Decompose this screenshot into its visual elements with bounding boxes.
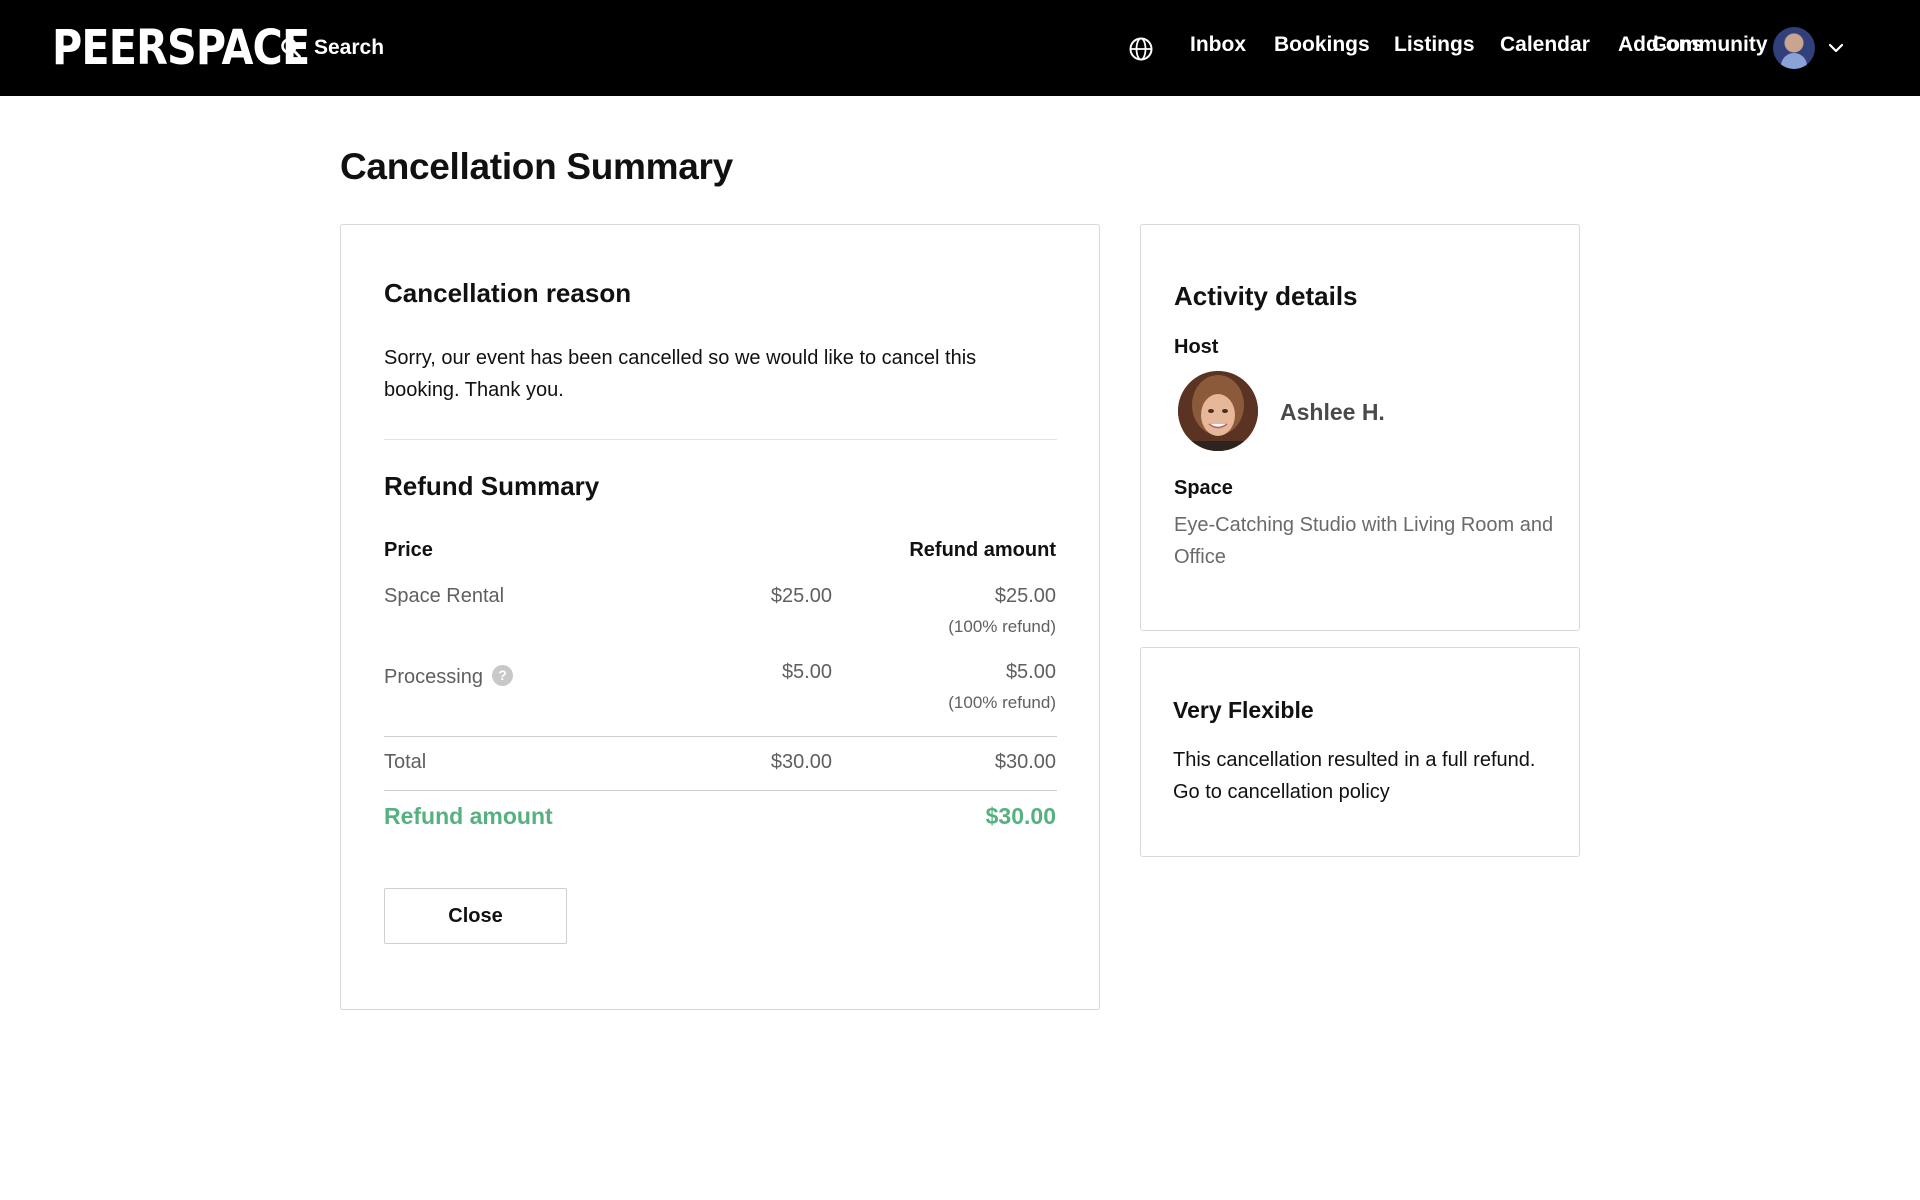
policy-description: This cancellation resulted in a full ref… <box>1173 749 1536 771</box>
chevron-down-icon[interactable] <box>1826 38 1846 58</box>
cancellation-policy-link[interactable]: Go to cancellation policy <box>1173 781 1390 803</box>
line-item-refund: $5.00 <box>1005 661 1056 683</box>
line-item-label: Space Rental <box>384 585 505 607</box>
space-label: Space <box>1174 477 1233 499</box>
search-label: Search <box>314 36 385 59</box>
avatar[interactable] <box>1773 27 1815 69</box>
section-divider <box>384 439 1057 440</box>
line-item-price: $25.00 <box>770 585 832 607</box>
search-button[interactable]: Search <box>280 30 384 66</box>
nav-bookings[interactable]: Bookings <box>1274 33 1370 57</box>
activity-details-card: Activity details Host Ashlee H. Space Ey… <box>1140 224 1580 631</box>
nav-calendar[interactable]: Calendar <box>1500 33 1590 57</box>
line-item-price: $5.00 <box>781 661 832 683</box>
refund-divider <box>384 790 1057 791</box>
host-label: Host <box>1174 336 1219 358</box>
line-item-refund-note: (100% refund) <box>948 617 1056 636</box>
host-photo <box>1178 371 1258 451</box>
total-price: $30.00 <box>770 751 832 773</box>
refund-amount-value: $30.00 <box>985 803 1056 829</box>
cancellation-reason-text: Sorry, our event has been cancelled so w… <box>384 347 977 401</box>
cancellation-reason-heading: Cancellation reason <box>384 278 632 308</box>
main-nav: Inbox Bookings Listings Calendar Add-ons… <box>1020 0 1920 96</box>
line-item-refund-note: (100% refund) <box>948 693 1056 712</box>
top-navigation-bar: PEERSPACE Search Inbox Bookings Listings… <box>0 0 1920 96</box>
policy-text-block: This cancellation resulted in a full ref… <box>1173 744 1563 808</box>
refund-summary-heading: Refund Summary <box>384 471 600 501</box>
cancellation-summary-card: Cancellation reason Sorry, our event has… <box>340 224 1100 1010</box>
host-avatar[interactable] <box>1178 371 1258 451</box>
page-title: Cancellation Summary <box>340 146 733 187</box>
cancellation-policy-card: Very Flexible This cancellation resulted… <box>1140 647 1580 857</box>
search-icon <box>281 38 301 58</box>
policy-heading: Very Flexible <box>1173 697 1314 723</box>
line-item-label: Processing <box>384 666 483 688</box>
refund-amount-column-header: Refund amount <box>909 539 1056 561</box>
total-divider <box>384 736 1057 737</box>
price-column-header: Price <box>384 539 433 561</box>
activity-details-heading: Activity details <box>1174 281 1358 311</box>
nav-inbox[interactable]: Inbox <box>1190 33 1246 57</box>
space-name[interactable]: Eye-Catching Studio with Living Room and… <box>1174 509 1554 573</box>
nav-community[interactable]: Community <box>1652 33 1768 57</box>
line-item-refund: $25.00 <box>994 585 1056 607</box>
help-icon[interactable]: ? <box>492 665 513 686</box>
total-refund: $30.00 <box>994 751 1056 773</box>
peerspace-logo[interactable]: PEERSPACE <box>52 22 310 74</box>
refund-amount-label: Refund amount <box>384 803 553 829</box>
globe-icon[interactable] <box>1128 36 1154 62</box>
total-label: Total <box>384 751 427 773</box>
host-name[interactable]: Ashlee H. <box>1280 399 1385 426</box>
close-button[interactable]: Close <box>384 888 567 944</box>
nav-listings[interactable]: Listings <box>1394 33 1475 57</box>
